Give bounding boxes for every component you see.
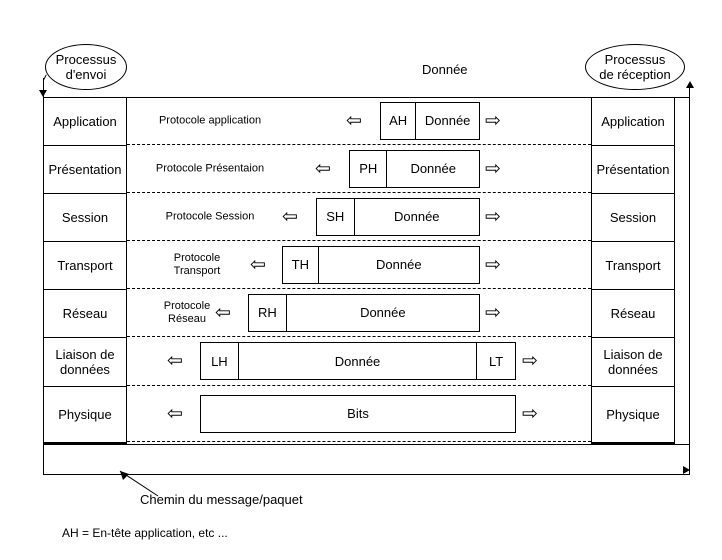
left-layer-session-label: Session [61,210,109,225]
pdu-seg-data-2: Donnée [394,209,440,224]
row-physical: ⇦ ⇨ Bits [127,386,591,442]
sender-arrow-elbow [43,74,47,81]
right-layer-datalink-label: Liaison de données [603,347,663,377]
receiver-arrow-head [686,81,694,88]
pdu-seg-ph: PH [350,150,388,187]
protocol-label-application: Protocole application [158,114,262,126]
left-arrow-datalink: ⇦ [167,350,183,372]
right-arrow-application: ⇨ [485,110,501,131]
receiver-process-ellipse: Processus de réception [585,44,685,90]
right-layer-transport-label: Transport [605,258,661,273]
right-arrow-transport: ⇨ [485,254,501,275]
right-arrow-physical: ⇨ [522,403,538,424]
left-arrow-network: ⇦ [215,302,231,323]
transmission-path-arrow-head [683,466,690,474]
row-presentation: Protocole Présentaion ⇦ ⇨ PH Donnée [127,145,591,193]
row-network: Protocole Réseau ⇦ ⇨ RH Donnée [127,289,591,337]
right-layer-network[interactable]: Réseau [592,290,674,338]
left-arrow-presentation: ⇦ [315,158,331,179]
left-arrow-application: ⇦ [346,110,362,131]
left-layer-physical-label: Physique [58,407,112,422]
right-layer-transport[interactable]: Transport [592,242,674,290]
right-layer-presentation-label: Présentation [596,162,670,177]
right-layer-physical[interactable]: Physique [592,387,674,443]
pdu-seg-data-3: Donnée [376,257,422,272]
protocol-label-presentation: Protocole Présentaion [155,162,265,174]
left-layer-presentation[interactable]: Présentation [44,146,126,194]
osi-encapsulation-diagram: Processus d'envoi Processus de réception… [0,0,722,560]
pdu-seg-rh: RH [249,294,287,331]
left-layer-application-label: Application [53,114,117,129]
receiver-process-line1: Processus [604,52,666,67]
pdu-seg-data-5: Donnée [239,343,478,379]
protocol-rows-area: Protocole application ⇦ ⇨ AH Donnée Prot… [127,97,591,444]
pdu-seg-th: TH [283,246,319,283]
pdu-presentation[interactable]: PH Donnée [349,149,480,188]
sender-arrow-head [39,90,47,97]
right-layer-presentation[interactable]: Présentation [592,146,674,194]
pdu-seg-bits: Bits [347,406,369,421]
right-layer-network-label: Réseau [610,306,656,321]
pdu-seg-data-1: Donnée [410,161,456,176]
row-datalink: ⇦ ⇨ LH Donnée LT [127,337,591,386]
receiver-layer-stack: Application Présentation Session Transpo… [591,97,675,444]
right-layer-session[interactable]: Session [592,194,674,242]
right-arrow-network: ⇨ [485,302,501,323]
receiver-process-line2: de réception [599,67,671,82]
protocol-label-network: Protocole Réseau [163,299,211,325]
receiver-arrow-shaft [689,88,690,458]
left-layer-physical[interactable]: Physique [44,387,126,443]
left-layer-network[interactable]: Réseau [44,290,126,338]
left-arrow-session: ⇦ [282,206,298,227]
left-arrow-transport: ⇦ [250,254,266,275]
right-layer-application-label: Application [601,114,665,129]
pdu-seg-data-4: Donnée [360,305,406,320]
right-arrow-session: ⇨ [485,206,501,227]
left-layer-datalink[interactable]: Liaison de données [44,338,126,387]
left-layer-network-label: Réseau [62,306,108,321]
pdu-seg-lt: LT [489,353,504,369]
sender-process-line1: Processus [55,52,117,67]
left-layer-datalink-label: Liaison de données [55,347,115,377]
row-session: Protocole Session ⇦ ⇨ SH Donnée [127,193,591,241]
right-layer-application[interactable]: Application [592,98,674,146]
sender-process-line2: d'envoi [65,67,107,82]
right-layer-datalink[interactable]: Liaison de données [592,338,674,387]
pdu-datalink[interactable]: LH Donnée LT [200,342,516,380]
protocol-label-transport: Protocole Transport [173,251,221,277]
row-transport: Protocole Transport ⇦ ⇨ TH Donnée [127,241,591,289]
right-layer-session-label: Session [609,210,657,225]
pdu-seg-data-0: Donnée [424,113,471,128]
left-layer-session[interactable]: Session [44,194,126,242]
pdu-transport[interactable]: TH Donnée [282,245,480,284]
sender-layer-stack: Application Présentation Session Transpo… [43,97,127,444]
path-caption: Chemin du message/paquet [140,492,303,507]
pdu-session[interactable]: SH Donnée [316,197,480,236]
legend-note: AH = En-tête application, etc ... [62,526,228,540]
pdu-physical[interactable]: Bits [200,394,516,433]
right-arrow-presentation: ⇨ [485,158,501,179]
left-layer-transport-label: Transport [57,258,113,273]
sender-process-ellipse: Processus d'envoi [45,44,127,90]
right-layer-physical-label: Physique [606,407,660,422]
pdu-application[interactable]: AH Donnée [380,101,480,140]
pdu-network[interactable]: RH Donnée [248,293,480,332]
row-application: Protocole application ⇦ ⇨ AH Donnée [127,97,591,145]
left-arrow-physical: ⇦ [167,403,183,424]
left-layer-presentation-label: Présentation [48,162,122,177]
right-arrow-datalink: ⇨ [522,350,538,372]
left-layer-application[interactable]: Application [44,98,126,146]
top-data-label: Donnée [422,62,468,77]
left-layer-transport[interactable]: Transport [44,242,126,290]
protocol-label-session: Protocole Session [165,210,255,222]
pdu-seg-sh: SH [317,198,355,235]
pdu-seg-lh: LH [201,343,239,379]
pdu-seg-ah: AH [381,102,417,139]
